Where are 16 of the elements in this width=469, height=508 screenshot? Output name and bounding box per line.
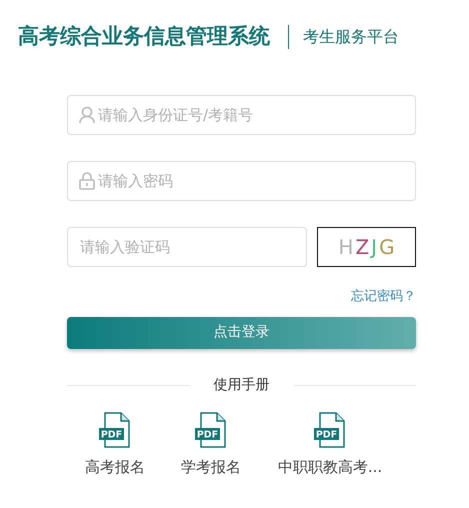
captcha-letter: G: [379, 234, 395, 261]
captcha-letter: Z: [355, 234, 370, 261]
input-field[interactable]: 请输入身份证号/考籍号: [67, 95, 416, 135]
input-field[interactable]: 请输入密码: [67, 161, 416, 201]
manual-heading: 使用手册: [214, 376, 270, 394]
system-title: 高考综合业务信息管理系统: [18, 23, 270, 50]
lock-icon: [79, 172, 95, 190]
manual-link[interactable]: PDF 中职职教高考...: [265, 412, 395, 478]
login-button[interactable]: 点击登录: [67, 316, 416, 348]
user-icon: [79, 106, 95, 124]
captcha-image[interactable]: H ZJ G: [317, 227, 416, 267]
platform-subtitle: 考生服务平台: [303, 26, 399, 48]
captcha-field[interactable]: 请输入验证码: [67, 227, 307, 267]
captcha-letter: H: [338, 234, 354, 261]
forgot-password-link[interactable]: 忘记密码？: [351, 287, 416, 306]
captcha-letter: J: [371, 234, 378, 261]
